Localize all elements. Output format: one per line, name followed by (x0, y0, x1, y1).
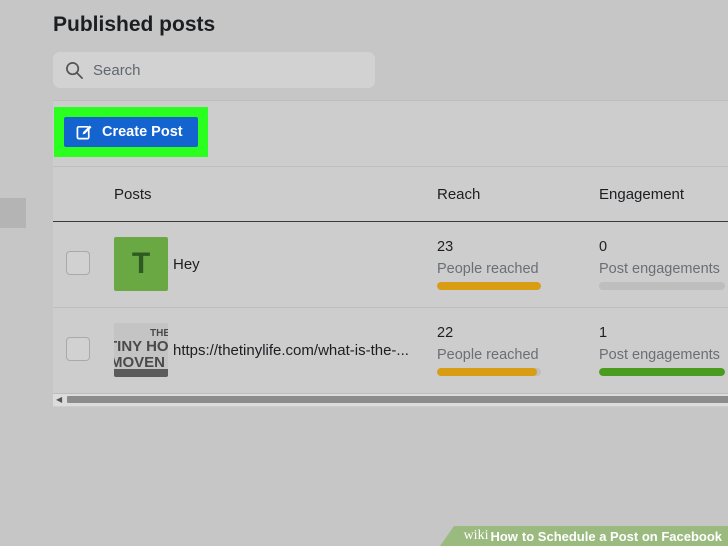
watermark-wiki: wiki (463, 528, 489, 543)
side-nav-tab[interactable] (0, 198, 26, 228)
reach-label: People reached (437, 261, 539, 277)
row-checkbox[interactable] (66, 337, 90, 361)
reach-count: 23 (437, 239, 454, 255)
engagement-count: 1 (599, 325, 608, 341)
post-thumbnail: THE TINY HO MOVEN (114, 323, 168, 377)
reach-bar-fill (437, 368, 537, 376)
create-post-button[interactable]: Create Post (64, 117, 198, 147)
horizontal-scrollbar[interactable]: ◀ (53, 393, 728, 406)
scroll-left-icon[interactable]: ◀ (56, 395, 62, 404)
wikihow-watermark: wiki How to Schedule a Post on Facebook (440, 526, 728, 546)
table-row[interactable]: T Hey 23 People reached 0 Post engagemen… (53, 221, 728, 308)
column-header-posts[interactable]: Posts (114, 186, 152, 203)
page-title: Published posts (53, 13, 216, 36)
scrollbar-thumb[interactable] (67, 396, 728, 403)
post-thumbnail: T (114, 237, 168, 291)
thumb-text-line: TINY HO (114, 338, 168, 355)
column-header-reach[interactable]: Reach (437, 186, 480, 203)
column-header-engagement[interactable]: Engagement (599, 186, 684, 203)
watermark-title: to Schedule a Post on Facebook (521, 528, 722, 544)
engagement-label: Post engagements (599, 347, 720, 363)
posts-panel: Create Post Posts Reach Engagement T Hey… (53, 100, 728, 407)
engagement-bar-fill (599, 368, 725, 376)
post-text[interactable]: https://thetinylife.com/what-is-the-... (173, 342, 409, 359)
engagement-count: 0 (599, 239, 608, 255)
engagement-bar (599, 368, 725, 376)
reach-count: 22 (437, 325, 454, 341)
row-checkbox[interactable] (66, 251, 90, 275)
search-box[interactable] (53, 52, 375, 88)
edit-icon (76, 125, 92, 139)
post-text[interactable]: Hey (173, 256, 200, 273)
reach-bar (437, 368, 541, 376)
search-icon (66, 61, 83, 79)
reach-label: People reached (437, 347, 539, 363)
thumb-text-line: MOVEN (114, 354, 165, 371)
search-input[interactable] (91, 60, 355, 80)
table-header: Posts Reach Engagement (53, 166, 728, 222)
reach-bar (437, 282, 541, 290)
reach-bar-fill (437, 282, 541, 290)
engagement-label: Post engagements (599, 261, 720, 277)
create-post-label: Create Post (102, 124, 183, 140)
table-row[interactable]: THE TINY HO MOVEN https://thetinylife.co… (53, 307, 728, 394)
tiny-house-movement-image: THE TINY HO MOVEN (114, 323, 168, 377)
watermark-how: How (490, 528, 518, 544)
engagement-bar (599, 282, 725, 290)
